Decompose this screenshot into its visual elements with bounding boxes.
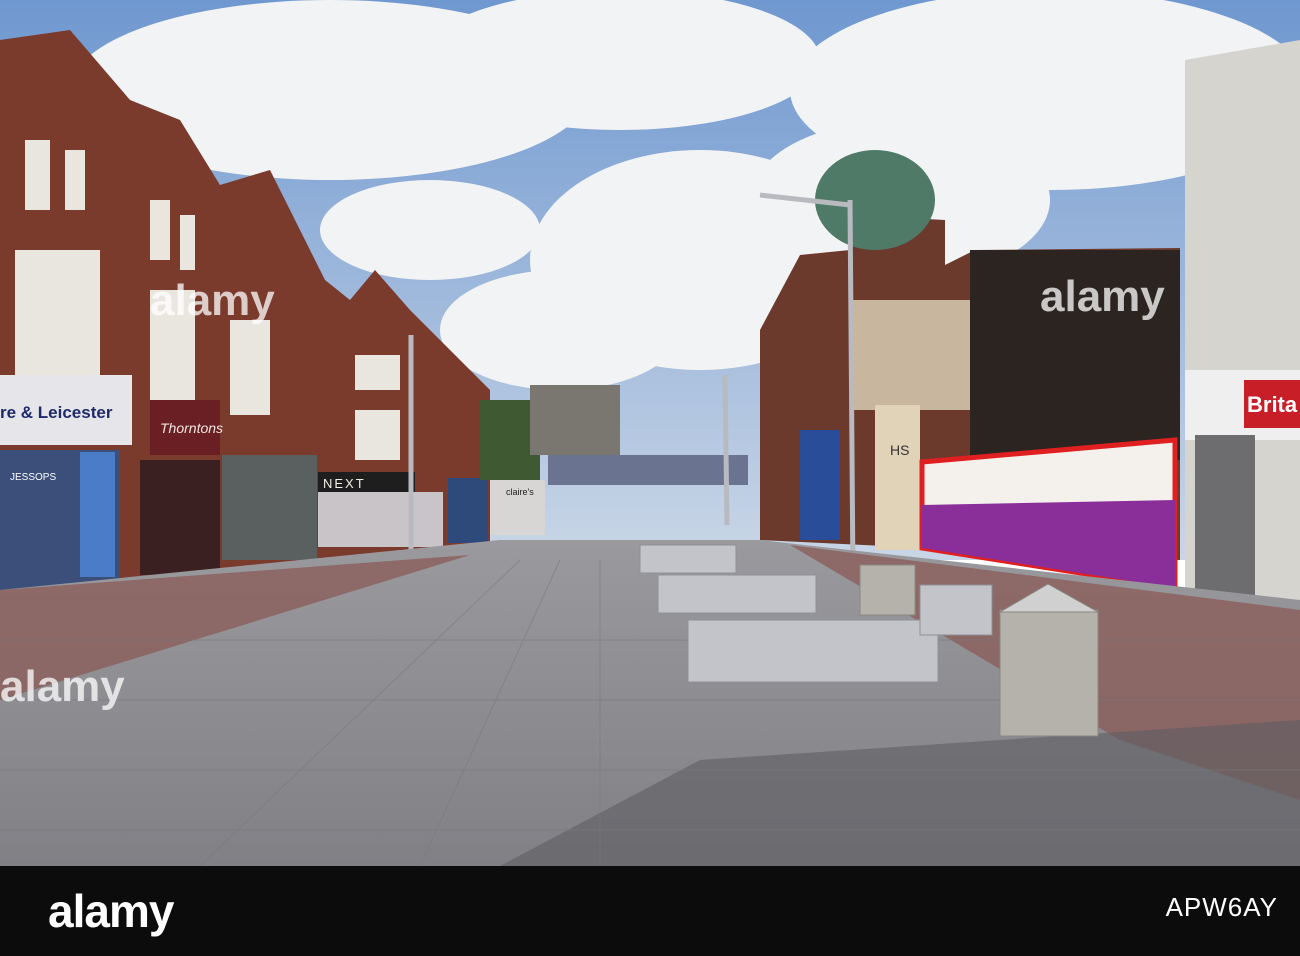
watermark-top-left: alamy — [150, 276, 275, 325]
distant-building — [530, 385, 620, 455]
watermark-right: alamy — [1040, 272, 1165, 321]
hs-sign: HS — [890, 442, 909, 458]
next-sign: NEXT — [323, 476, 366, 491]
street-photo: re & Leicester JESSOPS Thorntons NEXT cl… — [0, 0, 1300, 956]
footbridge — [548, 455, 748, 485]
watermark-left: alamy — [0, 662, 125, 711]
watermark-bar: alamy APW6AY — [0, 866, 1300, 956]
britannia-sign: Brita — [1247, 392, 1298, 417]
image-code: APW6AY — [1165, 892, 1278, 922]
green-dome — [815, 150, 935, 250]
alamy-logo: alamy — [48, 885, 174, 937]
jessops-sign: JESSOPS — [10, 472, 56, 483]
photo-canvas: re & Leicester JESSOPS Thorntons NEXT cl… — [0, 0, 1300, 866]
claires-sign: claire's — [506, 487, 534, 497]
bank-sign: re & Leicester — [0, 403, 113, 422]
thorntons-sign: Thorntons — [160, 420, 223, 436]
